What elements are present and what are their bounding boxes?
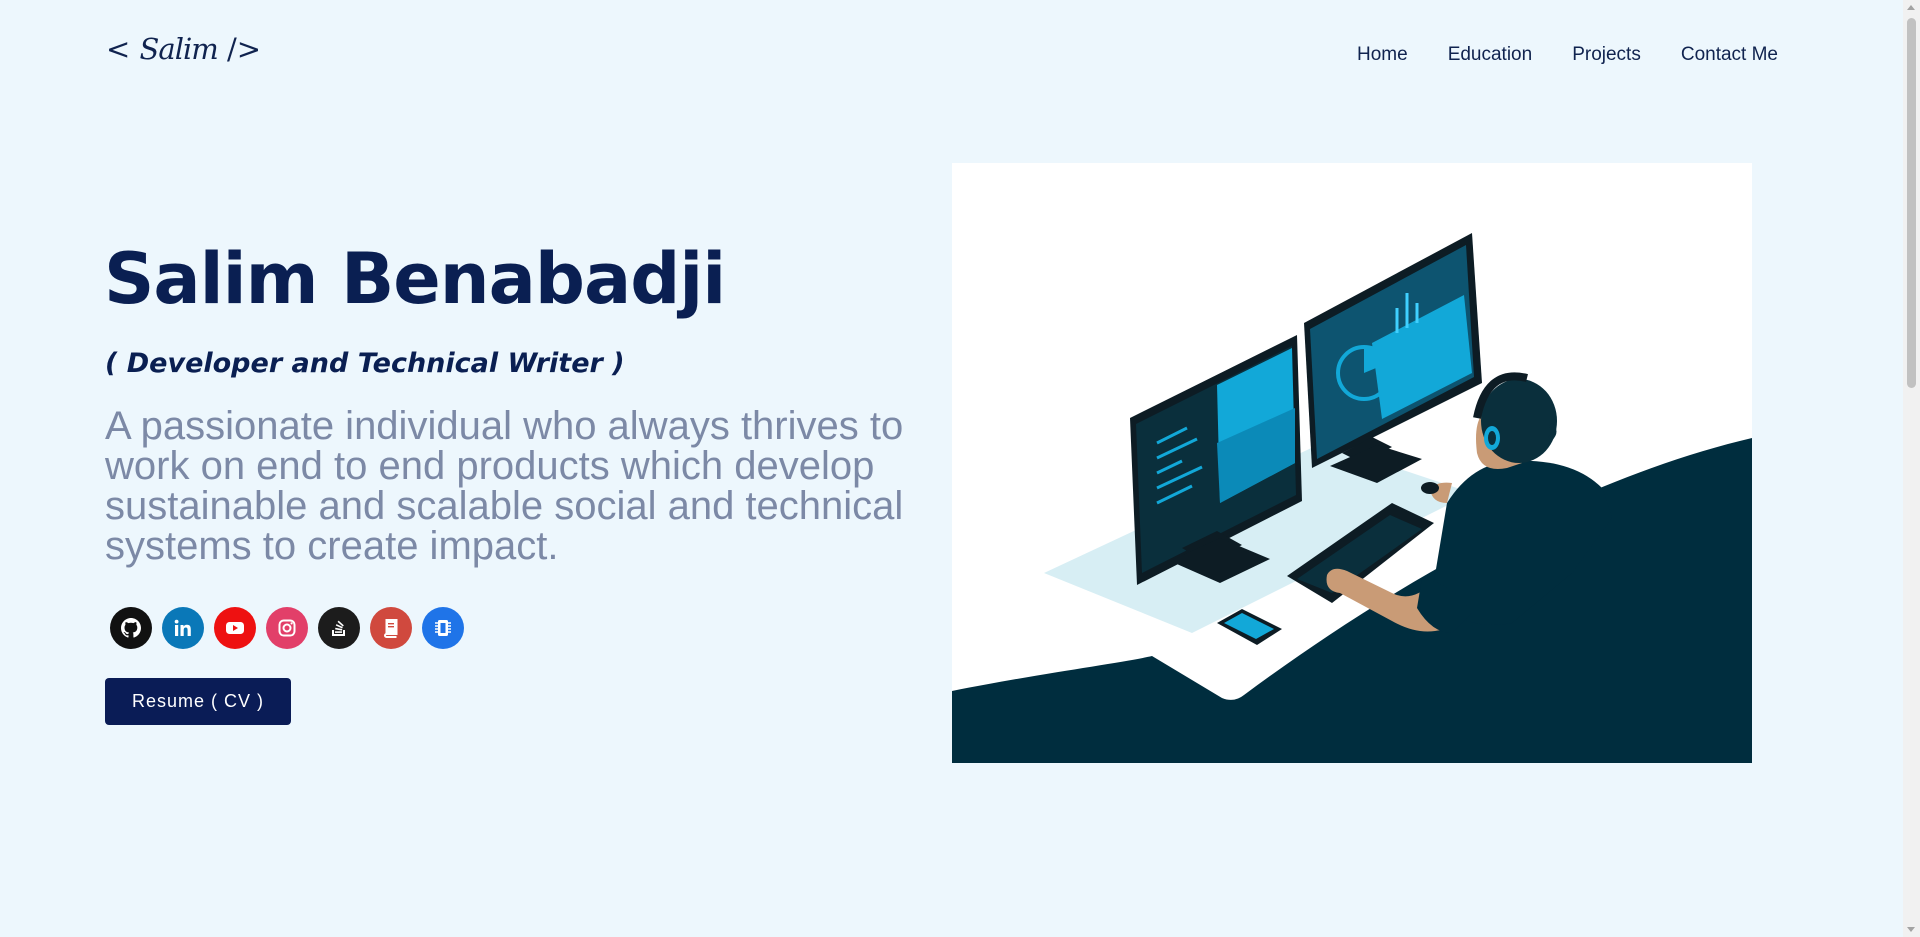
logo-bracket-open: < <box>106 32 140 66</box>
scroll-up-arrow-icon[interactable] <box>1907 5 1915 10</box>
instagram-icon[interactable] <box>266 607 308 649</box>
logo-bracket-close: /> <box>217 32 262 66</box>
logo-signature: Salim <box>139 32 219 66</box>
nav-home[interactable]: Home <box>1357 44 1408 66</box>
scrollbar-thumb[interactable] <box>1907 18 1916 388</box>
stackoverflow-icon[interactable] <box>318 607 360 649</box>
hero-role: ( Developer and Technical Writer ) <box>105 348 625 379</box>
main-nav: Home Education Projects Contact Me <box>1357 44 1778 66</box>
scroll-down-arrow-icon[interactable] <box>1907 927 1915 932</box>
social-links <box>110 607 464 649</box>
nav-projects[interactable]: Projects <box>1572 44 1641 66</box>
youtube-icon[interactable] <box>214 607 256 649</box>
hero-description: A passionate individual who always thriv… <box>105 404 904 568</box>
page-scrollbar[interactable] <box>1903 0 1920 937</box>
developer-illustration <box>952 163 1752 763</box>
site-logo[interactable]: < Salim /> <box>106 32 261 66</box>
linkedin-icon[interactable] <box>162 607 204 649</box>
hero-name: Salim Benabadji <box>104 238 726 320</box>
nav-education[interactable]: Education <box>1448 44 1533 66</box>
chip-icon[interactable] <box>422 607 464 649</box>
nav-contact-me[interactable]: Contact Me <box>1681 44 1778 66</box>
resume-button[interactable]: Resume ( CV ) <box>105 678 291 725</box>
book-icon[interactable] <box>370 607 412 649</box>
github-icon[interactable] <box>110 607 152 649</box>
